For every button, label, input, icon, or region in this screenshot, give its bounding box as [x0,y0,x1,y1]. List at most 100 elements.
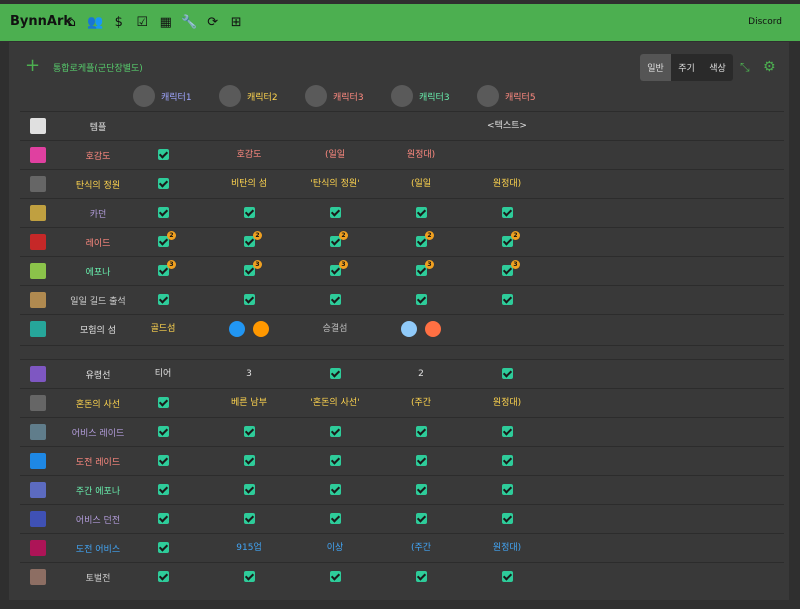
checkbox[interactable] [415,484,427,495]
task-cell[interactable] [133,147,193,163]
checkbox[interactable] [501,207,513,218]
task-cell[interactable]: 이상 [305,540,365,556]
task-cell[interactable] [219,118,279,134]
checkbox[interactable] [329,571,341,582]
checkbox[interactable] [329,484,341,495]
compress-icon[interactable]: ⤡ [740,60,750,75]
task-cell[interactable]: (일일 [305,147,365,163]
checkbox[interactable] [415,426,427,437]
checkbox[interactable] [329,294,341,305]
task-cell[interactable] [477,453,537,469]
task-cell[interactable] [391,205,451,221]
character-header[interactable]: 캐릭터5 [477,85,536,107]
task-cell[interactable] [219,205,279,221]
task-cell[interactable] [305,453,365,469]
wrench-icon[interactable]: 🔧 [178,13,202,31]
task-cell[interactable] [133,482,193,498]
task-cell[interactable] [133,176,193,192]
task-cell[interactable]: 3 [133,260,193,279]
task-cell[interactable] [219,569,279,585]
task-cell[interactable] [219,482,279,498]
checkbox[interactable] [415,571,427,582]
checkbox[interactable] [501,513,513,524]
checkbox[interactable] [501,484,513,495]
task-cell[interactable] [305,482,365,498]
tab-color[interactable]: 색상 [702,54,733,81]
task-cell[interactable] [133,395,193,411]
task-cell[interactable] [133,540,193,556]
add-icon[interactable]: + [25,57,40,75]
task-cell[interactable] [391,118,451,134]
gear-icon[interactable]: ⚙ [763,59,776,75]
checkbox[interactable] [243,455,255,466]
home-icon[interactable]: ⌂ [60,13,84,31]
checkbox[interactable] [157,294,169,305]
tab-cycle[interactable]: 주기 [671,54,702,81]
task-cell[interactable] [133,205,193,221]
character-header[interactable]: 캐릭터3 [391,85,450,107]
checkbox[interactable] [415,455,427,466]
task-cell[interactable]: 3 [391,260,451,279]
checkbox[interactable] [243,294,255,305]
checkbox[interactable] [157,207,169,218]
task-cell[interactable] [305,292,365,308]
checkbox[interactable] [415,207,427,218]
discord-link[interactable]: Discord [748,17,782,27]
checkbox[interactable] [243,207,255,218]
task-cell[interactable] [477,147,537,163]
task-cell[interactable]: 2 [305,231,365,250]
task-cell[interactable] [391,511,451,527]
task-cell[interactable]: 승결섬 [305,321,365,337]
task-cell[interactable]: 티어 [133,366,193,382]
calendar-icon[interactable]: ▦ [154,13,178,31]
checkbox[interactable] [157,542,169,553]
checkbox[interactable] [501,455,513,466]
task-cell[interactable] [305,366,365,382]
task-cell[interactable] [477,569,537,585]
checkbox[interactable] [329,368,341,379]
task-cell[interactable]: 원정대) [391,147,451,163]
users-icon[interactable]: 👥 [84,13,108,31]
task-cell[interactable]: 원정대) [477,395,537,411]
task-cell[interactable] [391,424,451,440]
task-cell[interactable] [219,424,279,440]
checkbox[interactable] [329,455,341,466]
task-cell[interactable]: (주간 [391,395,451,411]
task-cell[interactable] [133,292,193,308]
task-cell[interactable] [477,321,537,337]
task-cell[interactable] [305,118,365,134]
checkbox[interactable] [415,513,427,524]
task-cell[interactable] [391,453,451,469]
task-cell[interactable] [133,569,193,585]
task-cell[interactable] [305,569,365,585]
task-cell[interactable]: 2 [477,231,537,250]
task-cell[interactable]: 비탄의 섬 [219,176,279,192]
task-cell[interactable] [219,453,279,469]
task-cell[interactable] [133,511,193,527]
checkbox[interactable] [501,294,513,305]
task-cell[interactable] [305,205,365,221]
task-cell[interactable]: (일일 [391,176,451,192]
task-cell[interactable] [477,424,537,440]
task-cell[interactable]: '혼돈의 사선' [305,395,365,411]
checkbox[interactable] [157,178,169,189]
task-cell[interactable]: '탄식의 정원' [305,176,365,192]
checkbox[interactable] [157,397,169,408]
checkbox[interactable] [243,571,255,582]
checkbox-icon[interactable]: ☑ [131,13,155,31]
plus-square-icon[interactable]: ⊞ [225,13,249,31]
task-cell[interactable]: 호감도 [219,147,279,163]
task-cell[interactable] [133,424,193,440]
task-cell[interactable]: 2 [133,231,193,250]
checkbox[interactable] [501,426,513,437]
task-cell[interactable]: (주간 [391,540,451,556]
task-cell[interactable] [391,292,451,308]
checkbox[interactable] [243,513,255,524]
checkbox[interactable] [243,426,255,437]
task-cell[interactable] [477,511,537,527]
task-cell[interactable]: 3 [219,366,279,382]
checkbox[interactable] [329,426,341,437]
checkbox[interactable] [157,571,169,582]
checkbox[interactable] [157,513,169,524]
task-cell[interactable] [219,321,279,337]
